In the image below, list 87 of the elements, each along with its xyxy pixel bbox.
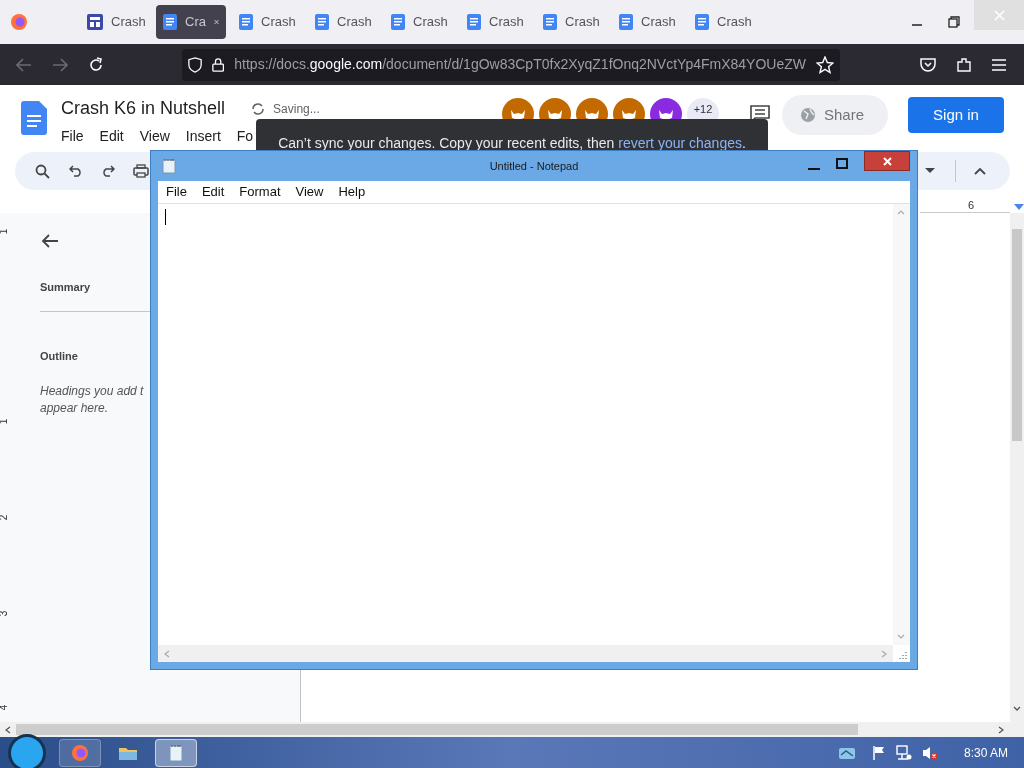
menu-item[interactable]: Edit [201,182,225,202]
document-icon [467,14,481,30]
summary-heading: Summary [40,280,91,295]
scroll-right-icon[interactable] [998,726,1004,734]
collapse-icon[interactable] [974,167,986,175]
document-icon [543,14,557,30]
save-status: Saving... [273,100,320,118]
menu-item[interactable]: Help [338,182,366,202]
menu-item[interactable]: Insert [185,126,221,147]
taskbar-app[interactable] [155,738,197,767]
close-icon [882,156,892,166]
scroll-left-icon[interactable] [5,726,11,734]
pocket-icon[interactable] [920,57,936,72]
clock-time[interactable]: 8:30 AM [963,743,1008,762]
caret-icon[interactable] [925,168,935,174]
outline-hint: Headings you add t appear here. [40,383,145,417]
search-icon[interactable] [35,163,50,179]
browser-tab[interactable]: Crash [232,5,302,39]
firefox-icon [71,743,89,762]
document-title[interactable]: Crash K6 in Nutshell [61,95,226,122]
close-icon[interactable] [213,17,219,27]
menu-item[interactable]: Format [239,182,281,202]
menu-item[interactable]: View [295,182,324,202]
outline-heading: Outline [40,349,78,364]
revert-link[interactable]: revert your changes [618,135,742,151]
menu-item[interactable]: View [139,126,170,147]
address-bar[interactable]: https://docs.google.com/document/d/1gOw83CpT0fx2XyqZ1fOnq2NVctYp4FmX84YOUeZW [182,48,840,81]
start-button[interactable] [7,732,47,768]
document-icon [315,14,329,30]
back-icon[interactable] [16,57,32,72]
scrollbar-thumb[interactable] [1012,229,1022,441]
close-icon [993,9,1005,21]
browser-tab[interactable]: Crash [80,5,150,39]
lock-icon[interactable] [212,56,225,73]
browser-tab[interactable]: Crash [384,5,454,39]
resize-grip-icon[interactable] [898,650,908,660]
muted-speaker-icon[interactable] [921,744,938,761]
sync-icon [251,101,266,116]
document-icon [695,14,709,30]
reload-icon[interactable] [88,56,104,73]
share-button[interactable]: Share [782,95,888,135]
url-text: https://docs.google.com/document/d/1gOw83CpT0fx2XyqZ1fOnq2NVctYp4FmX84YOUeZW [234,55,806,74]
ruler-number: 3 [0,610,11,617]
notepad-icon [169,743,183,762]
document-icon [239,14,253,30]
document-icon [163,14,177,30]
flag-icon[interactable] [871,744,886,761]
ruler-number: 1 [0,228,11,235]
layout-icon [87,14,103,30]
menu-item[interactable]: File [61,126,84,147]
close-button[interactable] [864,151,910,171]
globe-icon [800,107,816,123]
document-icon [391,14,405,30]
menu-item[interactable]: File [166,182,187,202]
maximize-icon[interactable] [836,157,848,169]
firefox-icon[interactable] [10,13,28,31]
redo-icon[interactable] [101,165,115,177]
menu-item[interactable]: Fo [236,126,254,147]
docs-logo-icon[interactable] [21,101,47,135]
print-icon[interactable] [133,164,149,178]
browser-tab[interactable]: Crash [460,5,530,39]
undo-icon[interactable] [69,165,83,177]
ruler-number: 2 [0,514,11,521]
browser-tab[interactable]: Crash [688,5,758,39]
restore-icon[interactable] [948,16,960,28]
scrollbar-thumb[interactable] [16,724,858,735]
browser-tab[interactable]: Cra [156,5,226,39]
ruler-number: 6 [968,198,975,213]
ruler-number: 1 [0,418,11,425]
menu-icon[interactable] [992,58,1006,71]
menu-item[interactable]: Edit [99,126,124,147]
browser-tab[interactable]: Crash [308,5,378,39]
toast-message: Can’t sync your changes. Copy your recent edits, then revert your changes. [278,134,746,153]
window-title: Untitled - Notepad [489,158,579,174]
back-arrow-icon[interactable] [41,234,59,248]
sign-in-button[interactable]: Sign in [908,97,1004,133]
notepad-icon [162,158,176,174]
document-icon [619,14,633,30]
browser-tab[interactable]: Crash [612,5,682,39]
forward-icon[interactable] [52,57,68,72]
taskbar-app[interactable] [59,738,101,767]
extensions-icon[interactable] [956,56,972,73]
ruler-number: 4 [0,704,11,711]
shield-icon[interactable] [188,55,203,74]
scroll-down-icon[interactable] [1013,706,1021,712]
network-icon[interactable] [895,744,912,761]
browser-tab[interactable]: Crash [536,5,606,39]
